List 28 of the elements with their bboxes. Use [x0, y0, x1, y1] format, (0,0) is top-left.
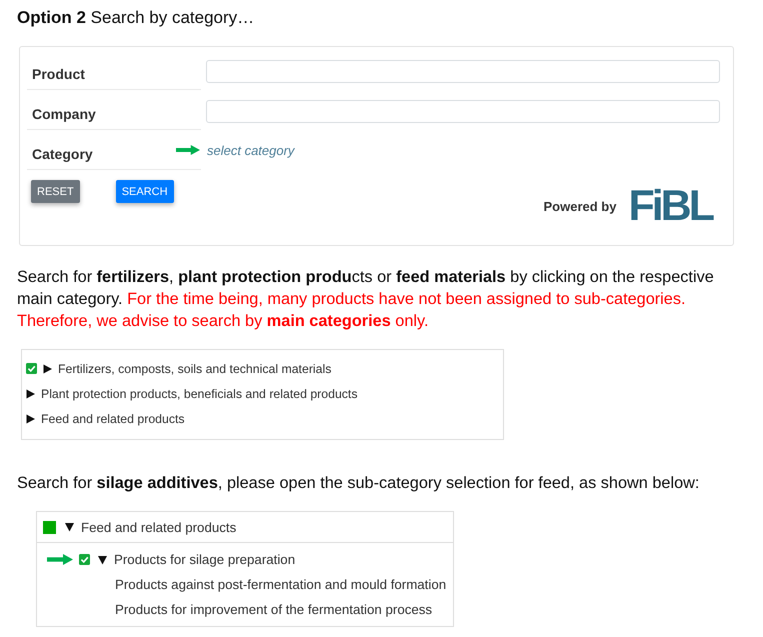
caret-right-icon[interactable] [26, 414, 35, 424]
caret-down-icon[interactable] [65, 522, 74, 532]
category-label[interactable]: Feed and related products [81, 520, 236, 534]
category-label[interactable]: Feed and related products [41, 412, 185, 426]
checkbox[interactable] [26, 363, 37, 374]
caret-right-icon[interactable] [43, 364, 52, 374]
category-label[interactable]: Products against post-fermentation and mould formation [115, 577, 446, 592]
category-label[interactable]: Fertilizers, composts, soils and technical materials [58, 362, 332, 376]
category-label[interactable]: Plant protection products, beneficials and related products [41, 386, 358, 400]
checkbox[interactable] [79, 554, 90, 565]
instruction-text: Search for silage additives, please open the sub-category selection for feed, as shown below: [17, 473, 700, 494]
caret-down-icon[interactable] [98, 554, 107, 564]
caret-right-icon[interactable] [26, 388, 35, 398]
input-field[interactable] [206, 60, 720, 83]
logo: FiBL [628, 186, 712, 226]
field-label: Category [32, 146, 93, 162]
input-field[interactable] [206, 100, 720, 123]
checkbox[interactable] [43, 520, 56, 534]
field-label: Company [32, 106, 96, 122]
category-label[interactable]: Products for improvement of the fermentation process [115, 602, 432, 617]
field-label: Product [32, 66, 85, 82]
powered-by-text: Powered by [543, 198, 616, 214]
page-heading: Option 2 Search by category… [17, 7, 256, 29]
reset-button[interactable]: RESET [31, 180, 80, 203]
search-button[interactable]: SEARCH [116, 180, 174, 203]
category-label[interactable]: Products for silage preparation [114, 552, 296, 567]
instruction-text: Search for fertilizers, plant protection products or feed materials by clicking on the respective main category. For the time being, many products have not been assigned to sub-categories. Therefore, we advise to search by main categories only. [17, 267, 715, 332]
select-category-link[interactable]: select category [207, 143, 294, 158]
